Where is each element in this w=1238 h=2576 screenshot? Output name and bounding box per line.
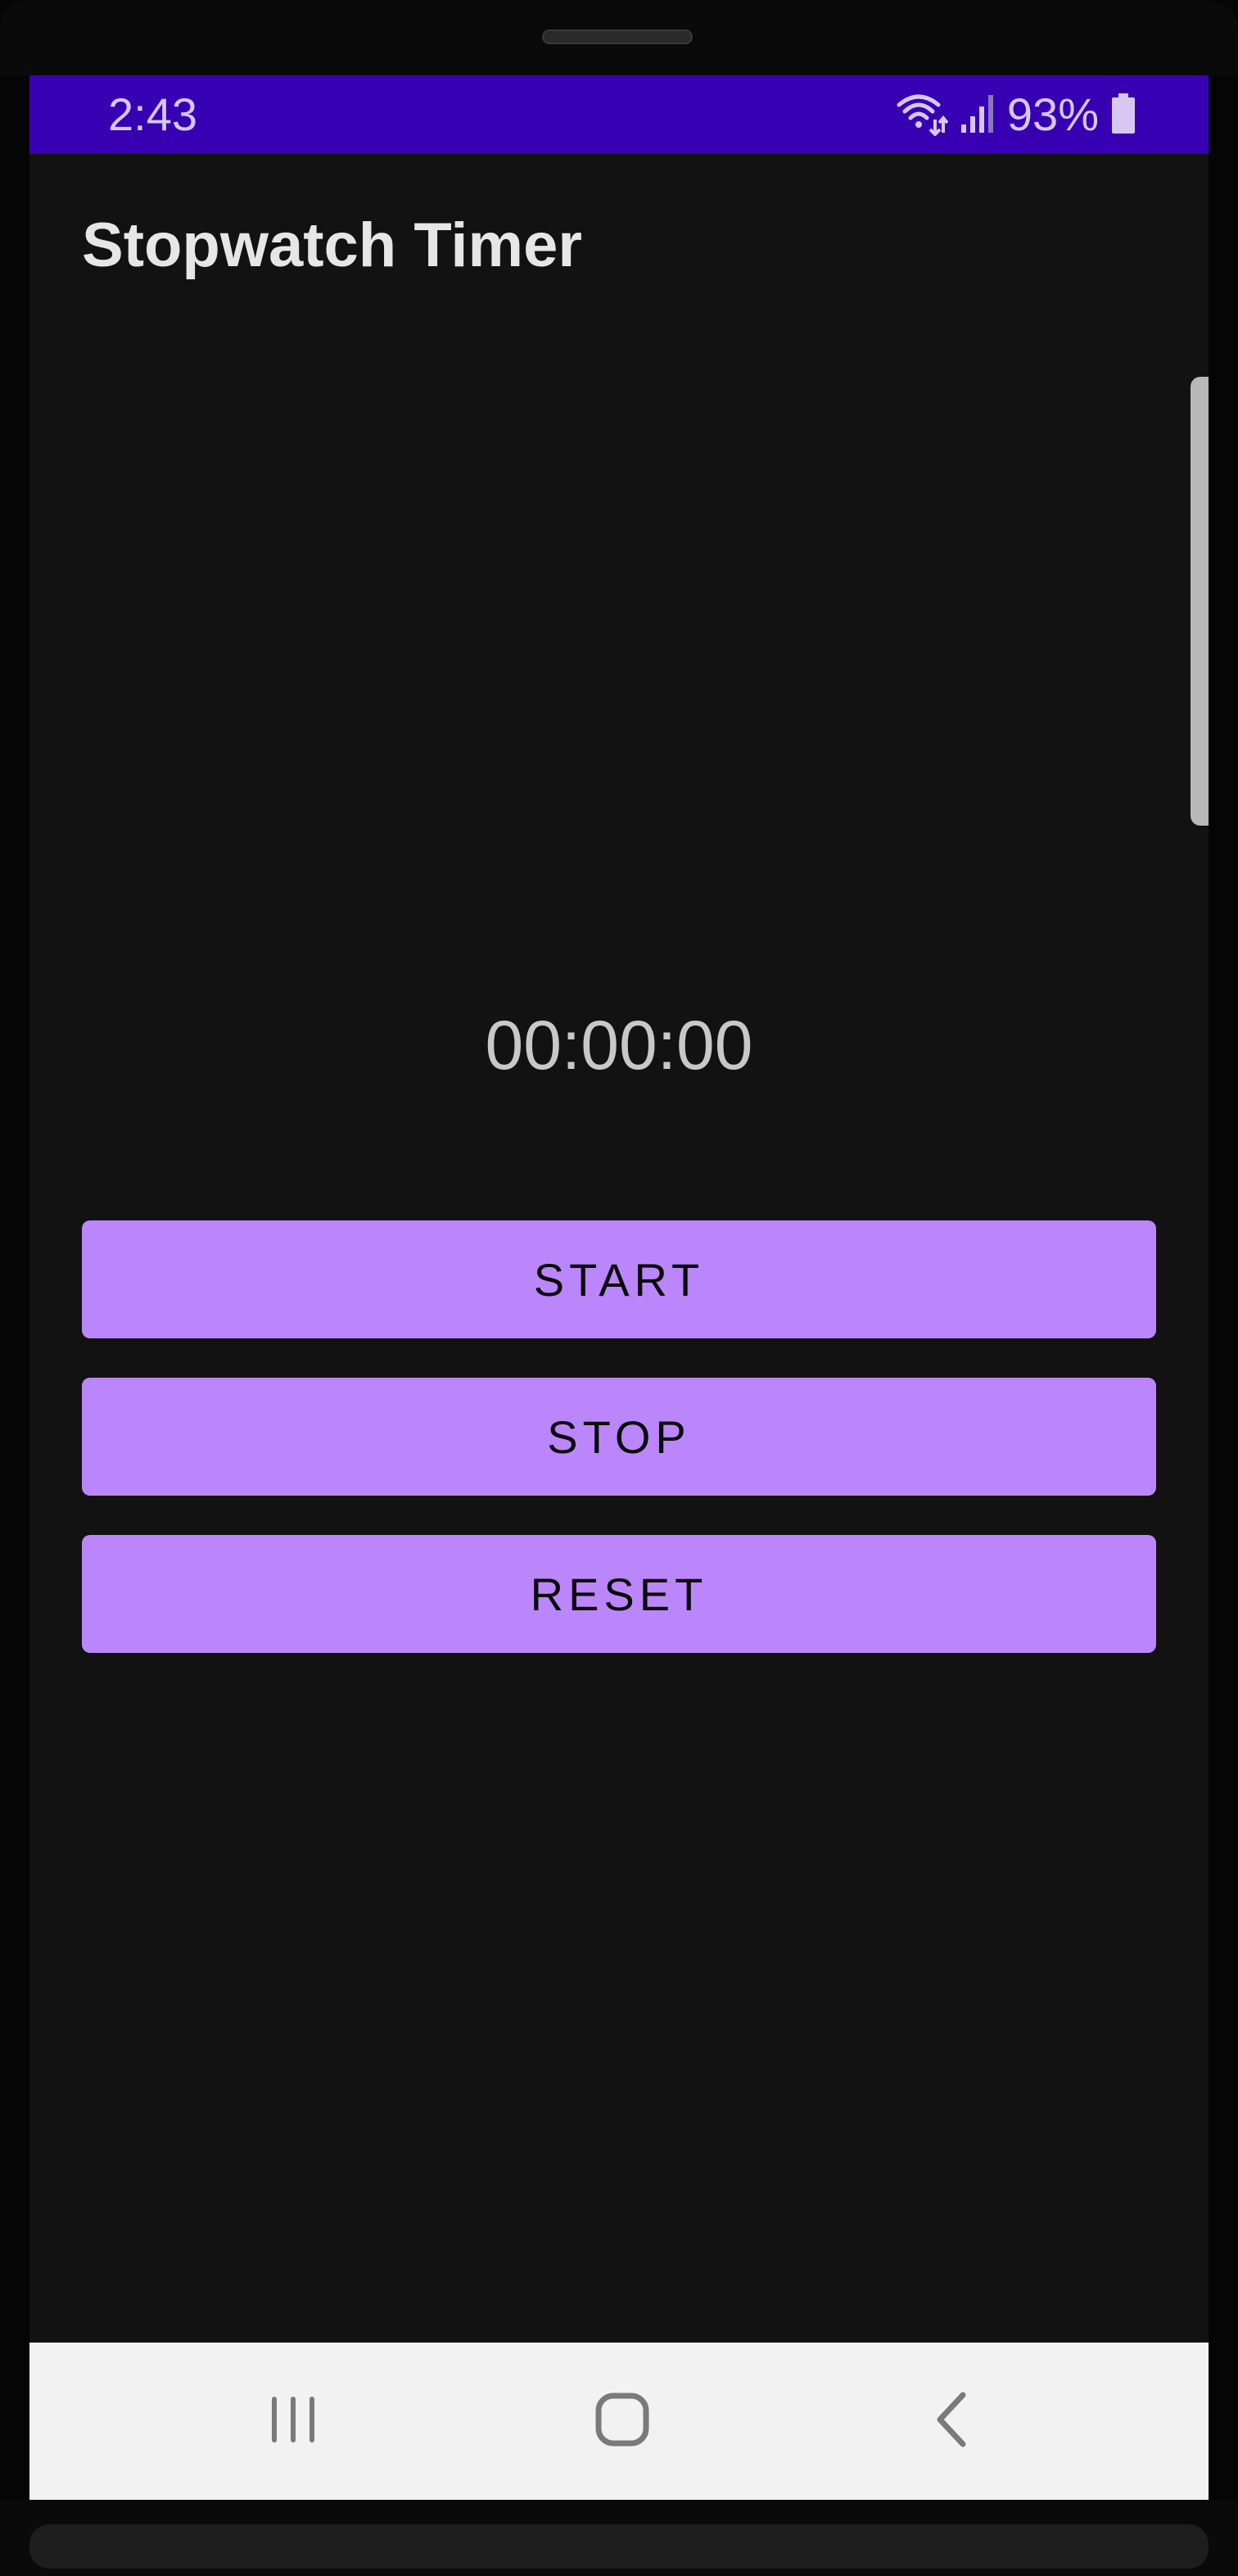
status-time: 2:43 xyxy=(108,88,197,140)
battery-percent: 93% xyxy=(1006,88,1099,140)
reset-button[interactable]: RESET xyxy=(82,1535,1156,1653)
screen: 2:43 93% Stopwatch Timer 00:00:00 START … xyxy=(29,75,1209,2500)
device-frame: 2:43 93% Stopwatch Timer 00:00:00 START … xyxy=(0,0,1238,2576)
start-button[interactable]: START xyxy=(82,1220,1156,1338)
home-icon xyxy=(594,2392,650,2452)
scroll-indicator[interactable] xyxy=(1191,377,1209,826)
bottom-edge xyxy=(29,2524,1209,2569)
recents-icon xyxy=(267,2393,319,2450)
speaker-grille xyxy=(542,29,693,44)
app-title: Stopwatch Timer xyxy=(82,211,582,280)
top-bezel xyxy=(0,0,1238,75)
back-icon xyxy=(932,2392,971,2452)
status-bar: 2:43 93% xyxy=(29,75,1209,154)
signal-icon xyxy=(960,92,996,138)
wifi-icon xyxy=(894,90,949,140)
status-icons: 93% xyxy=(894,87,1136,143)
back-button[interactable] xyxy=(902,2380,1001,2462)
timer-display: 00:00:00 xyxy=(485,1007,753,1084)
recents-button[interactable] xyxy=(244,2380,342,2462)
stop-button[interactable]: STOP xyxy=(82,1378,1156,1496)
battery-icon xyxy=(1110,92,1136,138)
home-button[interactable] xyxy=(573,2380,671,2462)
navigation-bar xyxy=(29,2343,1209,2500)
